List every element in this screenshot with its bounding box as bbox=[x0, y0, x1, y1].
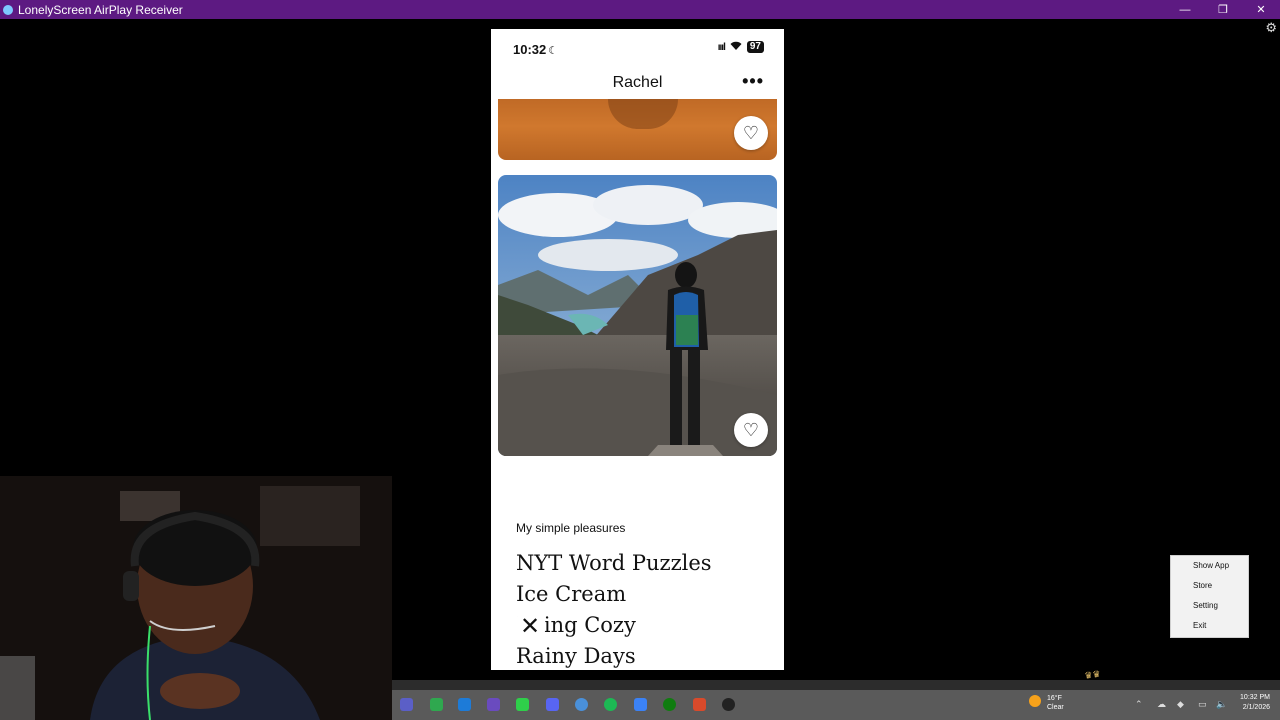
shirt-collar bbox=[608, 99, 678, 129]
answer-line: Ice Cream bbox=[516, 582, 627, 606]
tray-context-menu: Show App Store Setting Exit bbox=[1170, 555, 1249, 638]
close-button[interactable]: ✕ bbox=[1242, 0, 1280, 19]
remote-desktop-icon[interactable] bbox=[634, 698, 647, 711]
heart-icon[interactable]: ♡ bbox=[734, 116, 768, 150]
more-options-icon[interactable]: ••• bbox=[742, 71, 764, 92]
answer-line: Rainy Days bbox=[516, 644, 636, 668]
green-app-icon[interactable] bbox=[516, 698, 529, 711]
lonelyscreen-app-icon bbox=[3, 4, 13, 15]
onedrive-icon[interactable]: ☁ bbox=[1157, 699, 1166, 710]
mountain-landscape-image bbox=[498, 175, 777, 456]
weather-temp: 16°F bbox=[1047, 695, 1062, 702]
minimize-button[interactable]: — bbox=[1166, 0, 1204, 19]
profile-header: Rachel ••• bbox=[491, 69, 784, 97]
network-icon[interactable]: ▭ bbox=[1198, 699, 1207, 710]
xbox-icon[interactable] bbox=[663, 698, 676, 711]
mirrored-phone-screen[interactable]: 10:32 ☾ ıııl 97 Rachel ••• ♡ ♡ My simple… bbox=[491, 29, 784, 670]
obs-icon[interactable] bbox=[722, 698, 735, 711]
wifi-icon bbox=[730, 41, 742, 53]
heart-icon[interactable]: ♡ bbox=[734, 413, 768, 447]
profile-photo-2: ♡ bbox=[498, 175, 777, 456]
restore-button[interactable]: ❐ bbox=[1204, 0, 1242, 19]
menu-item-exit[interactable]: Exit bbox=[1171, 616, 1248, 636]
taskbar-clock[interactable]: 10:32 PM 2/1/2026 bbox=[1240, 693, 1270, 713]
streamer-webcam-image bbox=[0, 476, 392, 720]
prompt-answer: NYT Word Puzzles Ice Cream Being Cozy Ra… bbox=[516, 548, 712, 670]
chrome-icon[interactable] bbox=[430, 698, 443, 711]
clock-date: 2/1/2026 bbox=[1242, 704, 1270, 711]
window-titlebar: LonelyScreen AirPlay Receiver — ❐ ✕ bbox=[0, 0, 1280, 19]
close-icon[interactable]: ✕ bbox=[514, 610, 546, 642]
menu-item-store[interactable]: Store bbox=[1171, 576, 1248, 596]
taskbar-strip bbox=[392, 680, 1280, 690]
window-controls: — ❐ ✕ bbox=[1166, 0, 1280, 19]
windows-taskbar: 16°F Clear ⌃ ☁ ◆ ▭ 🔈 10:32 PM 2/1/2026 bbox=[392, 680, 1280, 720]
prompt-card: My simple pleasures NYT Word Puzzles Ice… bbox=[498, 472, 777, 670]
answer-line: NYT Word Puzzles bbox=[516, 551, 712, 575]
red-app-icon[interactable] bbox=[693, 698, 706, 711]
status-time: 10:32 ☾ bbox=[513, 42, 559, 57]
app-icon[interactable] bbox=[487, 698, 500, 711]
browser-icon[interactable] bbox=[575, 698, 588, 711]
menu-item-show-app[interactable]: Show App bbox=[1171, 556, 1248, 576]
chevron-up-icon[interactable]: ⌃ bbox=[1135, 699, 1143, 710]
profile-name: Rachel bbox=[612, 74, 663, 91]
weather-widget[interactable]: 16°F Clear bbox=[1029, 694, 1064, 712]
menu-item-setting[interactable]: Setting bbox=[1171, 596, 1248, 616]
weather-sun-icon bbox=[1029, 695, 1041, 707]
app-tray-icon[interactable]: ◆ bbox=[1177, 699, 1184, 710]
spotify-icon[interactable] bbox=[604, 698, 617, 711]
moon-icon: ☾ bbox=[548, 45, 559, 57]
weather-condition: Clear bbox=[1047, 704, 1064, 711]
clock-time: 10:32 PM bbox=[1240, 694, 1270, 701]
window-title: LonelyScreen AirPlay Receiver bbox=[18, 2, 183, 17]
volume-icon[interactable]: 🔈 bbox=[1216, 699, 1227, 710]
teams-icon[interactable] bbox=[400, 698, 413, 711]
profile-photo-1: ♡ bbox=[498, 99, 777, 160]
gear-icon[interactable]: ⚙ bbox=[1265, 20, 1277, 36]
battery-icon: 97 bbox=[746, 41, 764, 53]
signal-icon: ıııl bbox=[717, 41, 726, 53]
discord-icon[interactable] bbox=[546, 698, 559, 711]
webcam-overlay bbox=[0, 476, 392, 720]
prompt-question: My simple pleasures bbox=[516, 521, 626, 535]
phone-status-bar: 10:32 ☾ ıııl 97 bbox=[491, 29, 784, 69]
store-icon[interactable] bbox=[458, 698, 471, 711]
